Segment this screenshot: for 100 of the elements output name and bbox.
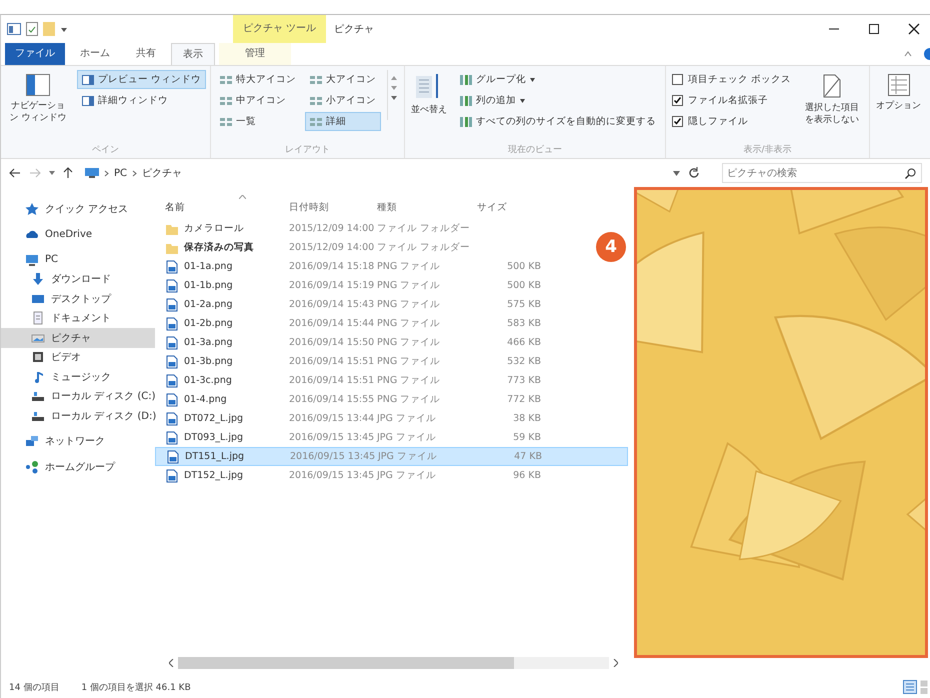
sidebar-item[interactable]: ローカル ディスク (C:): [1, 386, 155, 406]
layout-option[interactable]: 大アイコン: [305, 70, 382, 89]
table-cell: 532 KB: [507, 356, 541, 367]
checkbox-option[interactable]: 隠しファイル: [670, 112, 794, 131]
sidebar-item[interactable]: ホームグループ: [1, 457, 155, 476]
sidebar-item[interactable]: ビデオ: [1, 348, 155, 367]
breadcrumb[interactable]: PC: [114, 168, 128, 178]
layout-option[interactable]: 一覧: [215, 112, 302, 131]
view-command[interactable]: すべての列のサイズを自動的に変更する: [455, 112, 662, 131]
table-cell-text: JPG ファイル: [378, 450, 438, 463]
view-command[interactable]: グループ化: [455, 70, 662, 89]
table-cell-text: JPG ファイル: [377, 412, 437, 425]
selected-row[interactable]: DT151_L.jpg 2016/09/15 13:45 JPG ファイル 47 KB: [155, 447, 628, 466]
file-name: DT152_L.jpg: [184, 470, 244, 481]
breadcrumb[interactable]: ピクチャ: [142, 166, 182, 180]
table-cell: 773 KB: [507, 375, 541, 386]
hide-selected-button[interactable]: 選択した項目を表示しない: [799, 70, 866, 130]
file-name: DT093_L.jpg: [184, 432, 244, 443]
properties-icon[interactable]: [26, 22, 38, 36]
image-file-icon: [165, 374, 179, 388]
table-cell-text: 2016/09/15 13:45: [290, 451, 376, 462]
sidebar-item[interactable]: デスクトップ: [1, 289, 155, 308]
file-name: 01-4.png: [184, 394, 227, 405]
sidebar-item[interactable]: OneDrive: [1, 224, 155, 244]
columns-icon: [460, 116, 472, 126]
refresh-icon[interactable]: [688, 167, 700, 179]
sort-button[interactable]: 並べ替え: [409, 70, 450, 120]
sidebar-item[interactable]: ドキュメント: [1, 308, 155, 328]
table-cell: 772 KB: [507, 394, 541, 405]
back-icon[interactable]: [9, 168, 21, 178]
ribbon-tab[interactable]: ファイル: [5, 43, 65, 65]
dropdown-icon[interactable]: [673, 170, 680, 176]
table-cell-text: ファイル フォルダー: [377, 222, 472, 235]
window-icon[interactable]: [7, 23, 21, 35]
table-cell-text: PNG ファイル: [377, 279, 442, 292]
navigation-pane-button[interactable]: ナビゲーション ウィンドウ: [5, 70, 71, 128]
download-icon: [31, 272, 45, 286]
pane-toggle[interactable]: 詳細ウィンドウ: [77, 91, 206, 110]
file-name: カメラロール: [184, 222, 244, 235]
column-header[interactable]: サイズ: [477, 200, 541, 214]
sidebar-item[interactable]: ダウンロード: [1, 270, 155, 289]
checkbox-option[interactable]: ファイル名拡張子: [670, 91, 794, 110]
table-cell-text: 2016/09/14 15:43: [289, 299, 376, 310]
layout-option[interactable]: 中アイコン: [215, 91, 302, 110]
file-name: 保存済みの写真: [184, 241, 254, 254]
pc-icon: [85, 168, 99, 178]
scroll-right-icon: [613, 659, 618, 667]
sidebar-item[interactable]: ネットワーク: [1, 432, 155, 451]
close-icon[interactable]: [908, 23, 920, 35]
scroll-thumb[interactable]: [178, 657, 514, 669]
maximize-icon[interactable]: [868, 23, 880, 35]
scroll-down-icon: [391, 86, 398, 90]
options-icon: [888, 74, 910, 96]
collapse-ribbon-icon[interactable]: [904, 51, 912, 57]
ribbon-tab[interactable]: 表示: [171, 43, 215, 65]
sidebar-item[interactable]: PC: [1, 250, 155, 270]
sidebar-item[interactable]: ローカル ディスク (D:): [1, 406, 155, 426]
checkbox-option[interactable]: 項目チェック ボックス: [670, 70, 794, 89]
group-label: レイアウト: [284, 144, 332, 156]
pane-toggle[interactable]: プレビュー ウィンドウ: [77, 70, 206, 89]
column-header[interactable]: 名前: [165, 200, 289, 214]
scroll-left-icon: [169, 659, 174, 667]
ribbon-tab[interactable]: 共有: [125, 43, 167, 65]
table-cell-text: 2016/09/14 15:44: [289, 318, 376, 329]
layout-option[interactable]: 特大アイコン: [215, 70, 302, 89]
layout-option[interactable]: 詳細: [305, 112, 382, 131]
search-field[interactable]: ピクチャの検索: [722, 163, 922, 183]
view-command[interactable]: 列の追加: [455, 91, 662, 110]
table-cell-text: 2015/12/09 14:00: [289, 242, 376, 253]
table-cell-text: PNG ファイル: [377, 260, 442, 273]
up-icon[interactable]: [63, 167, 73, 179]
column-header[interactable]: 日付時刻: [289, 200, 377, 214]
group-label: 現在のビュー: [507, 144, 564, 156]
view-icon: [310, 116, 322, 126]
table-cell: 47 KB: [514, 451, 542, 462]
table-cell: 38 KB: [513, 413, 541, 424]
view-icon: [220, 74, 232, 84]
table-cell: 59 KB: [513, 432, 541, 443]
options-button[interactable]: オプション: [874, 70, 924, 116]
columns-icon: [460, 96, 472, 106]
sidebar-item[interactable]: ピクチャ: [1, 328, 155, 348]
column-header[interactable]: 種類: [377, 200, 477, 214]
layout-option[interactable]: 小アイコン: [305, 91, 382, 110]
image-file-icon: [165, 260, 179, 274]
image-file-icon: [166, 450, 180, 464]
details-view-icon[interactable]: [903, 680, 917, 694]
dropdown-icon[interactable]: [60, 25, 68, 33]
table-cell-text: 2016/09/14 15:55: [289, 394, 376, 405]
address-field[interactable]: PC ピクチャ: [81, 163, 710, 183]
pane-icon: [82, 74, 94, 84]
ribbon-tab[interactable]: ホーム: [69, 43, 121, 65]
file-name: 01-2b.png: [184, 318, 233, 329]
sidebar-item[interactable]: クイック アクセス: [1, 199, 155, 218]
star-icon: [25, 202, 39, 216]
history-caret-icon[interactable]: [49, 171, 55, 175]
caret-icon: [530, 78, 536, 82]
sidebar-item[interactable]: ミュージック: [1, 367, 155, 386]
caret-icon: [520, 98, 526, 102]
table-cell-text: 2016/09/14 15:50: [289, 337, 376, 348]
ribbon-tab[interactable]: 管理: [219, 43, 291, 65]
